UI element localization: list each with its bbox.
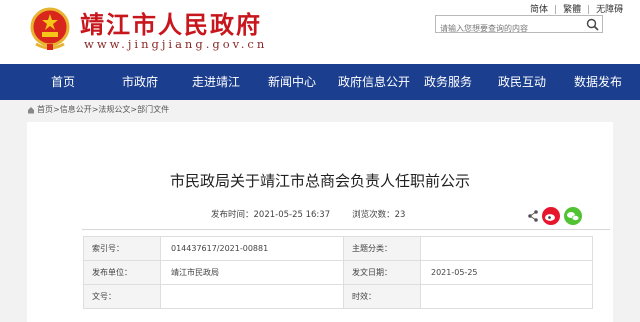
issue-date-value: 2021-05-25: [420, 260, 593, 285]
index-number-label: 索引号：: [83, 236, 161, 261]
views-count: 23: [394, 210, 406, 220]
search-input[interactable]: [440, 21, 580, 36]
issuing-unit-value: 靖江市民政局: [160, 260, 344, 285]
breadcrumb: 首页>信息公开>法规公文>部门文件: [27, 104, 169, 115]
nav-item-news[interactable]: 新闻中心: [268, 64, 316, 100]
wechat-icon[interactable]: [564, 207, 582, 225]
site-title[interactable]: 靖江市人民政府: [80, 5, 262, 40]
document-number-value: [160, 284, 344, 309]
nav-item-government-services[interactable]: 政务服务: [424, 64, 472, 100]
views-label: 浏览次数：: [352, 210, 395, 220]
breadcrumb-separator: >: [53, 105, 60, 114]
nav-item-interaction[interactable]: 政民互动: [498, 64, 546, 100]
link-traditional[interactable]: 繁體: [563, 2, 581, 15]
article-title: 市民政局关于靖江市总商会负责人任职前公示: [169, 172, 470, 190]
article-meta: 发布时间：2021-05-25 16:37 浏览次数：23: [211, 208, 405, 220]
table-row: 发布单位： 靖江市民政局 发文日期： 2021-05-25: [83, 260, 593, 285]
article-panel: 市民政局关于靖江市总商会负责人任职前公示 发布时间：2021-05-25 16:…: [27, 122, 613, 322]
meta-divider: [82, 229, 610, 230]
breadcrumb-home[interactable]: 首页: [37, 105, 53, 114]
breadcrumb-department-documents[interactable]: 部门文件: [137, 105, 169, 114]
nav-item-about-jingjiang[interactable]: 走进靖江: [192, 64, 240, 100]
search-box: [435, 15, 603, 36]
index-number-value: 014437617/2021-00881: [160, 236, 344, 261]
issuing-unit-label: 发布单位：: [83, 260, 161, 285]
search-icon[interactable]: [586, 18, 599, 31]
main-nav: 首页 市政府 走进靖江 新闻中心 政府信息公开 政务服务 政民互动 数据发布: [0, 64, 640, 100]
nav-item-data-release[interactable]: 数据发布: [574, 64, 622, 100]
national-emblem-icon: [30, 7, 70, 50]
share-icon[interactable]: [528, 210, 538, 222]
nav-item-city-government[interactable]: 市政府: [122, 64, 158, 100]
divider: |: [554, 5, 558, 15]
validity-value: [420, 284, 593, 309]
subject-category-value: [420, 236, 593, 261]
share-bar: [528, 207, 582, 225]
document-info-table: 索引号： 014437617/2021-00881 主题分类： 发布单位： 靖江…: [83, 236, 593, 309]
publish-time: 2021-05-25 16:37: [253, 210, 331, 220]
nav-item-home[interactable]: 首页: [51, 64, 75, 100]
validity-label: 时效：: [343, 284, 421, 309]
top-links: 简体 | 繁體 | 无障碍: [530, 2, 623, 15]
document-number-label: 文号：: [83, 284, 161, 309]
home-icon: [28, 107, 34, 114]
nav-item-information-disclosure[interactable]: 政府信息公开: [338, 64, 410, 100]
divider: |: [587, 5, 591, 15]
breadcrumb-regulations[interactable]: 法规公文: [98, 105, 130, 114]
issue-date-label: 发文日期：: [343, 260, 421, 285]
link-accessibility[interactable]: 无障碍: [596, 2, 623, 15]
site-domain: www.jingjiang.gov.cn: [84, 37, 268, 51]
publish-time-label: 发布时间：: [211, 210, 254, 220]
weibo-icon[interactable]: [542, 207, 560, 225]
table-row: 文号： 时效：: [83, 284, 593, 309]
site-header: 靖江市人民政府 www.jingjiang.gov.cn 简体 | 繁體 | 无障碍: [0, 0, 640, 64]
table-row: 索引号： 014437617/2021-00881 主题分类：: [83, 236, 593, 261]
breadcrumb-info-disclosure[interactable]: 信息公开: [60, 105, 92, 114]
subject-category-label: 主题分类：: [343, 236, 421, 261]
link-simplified[interactable]: 简体: [530, 2, 548, 15]
